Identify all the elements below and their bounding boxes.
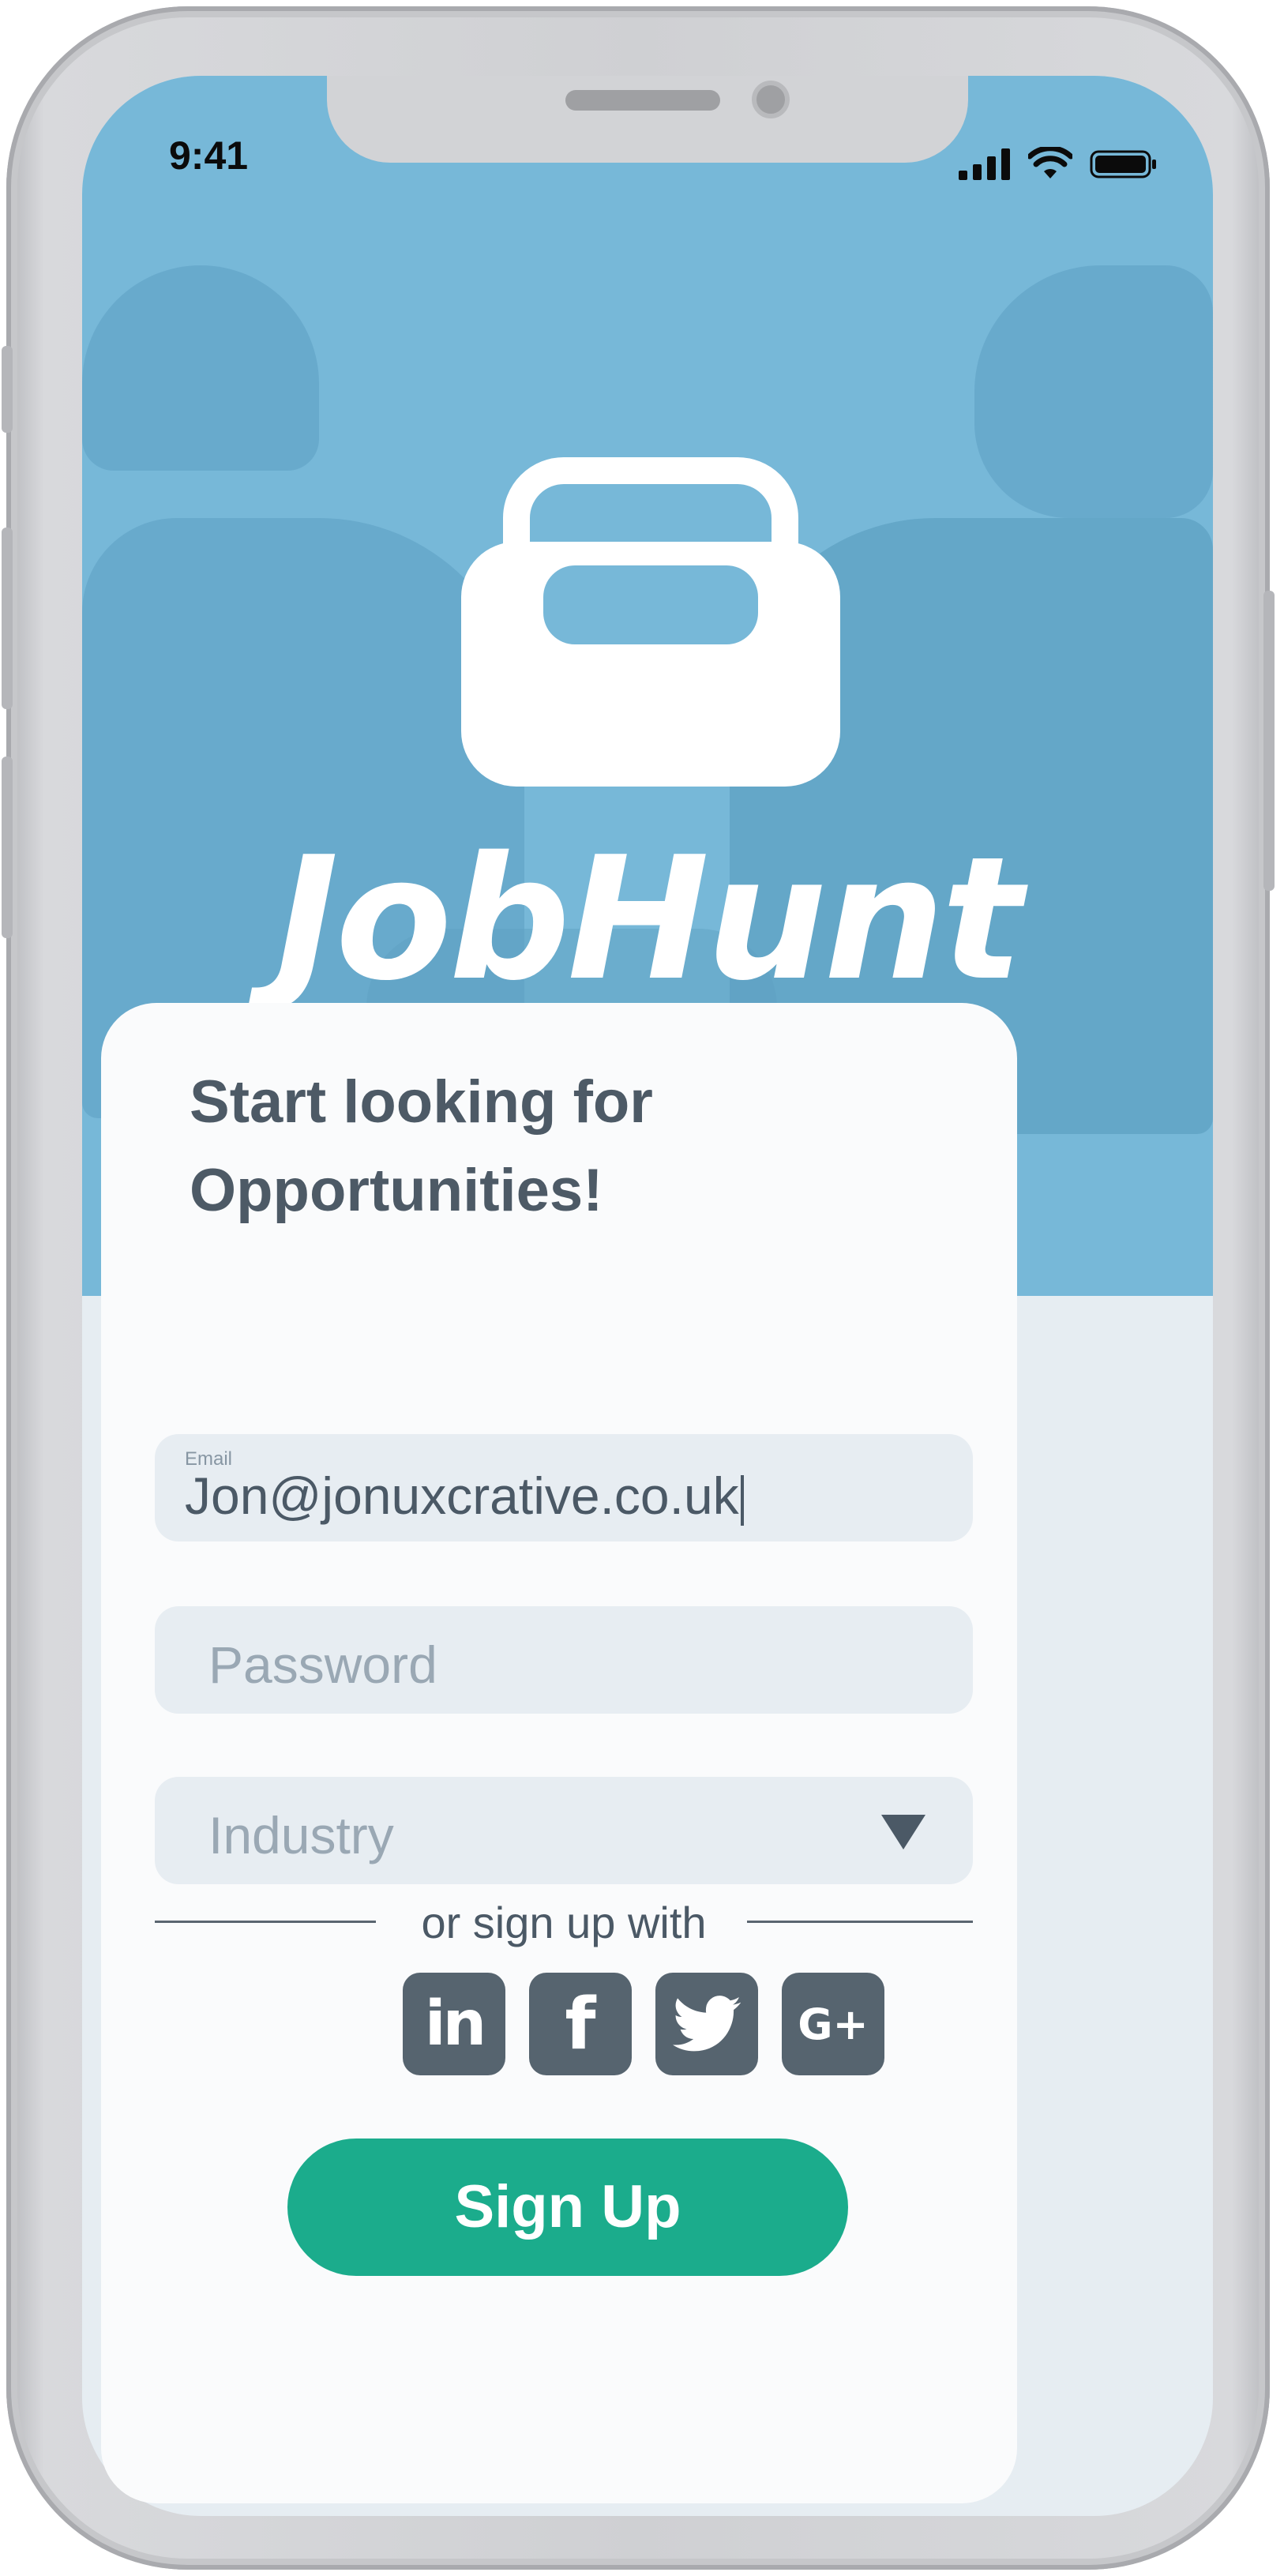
email-text: Jon@jonuxcrative.co.uk (185, 1466, 739, 1525)
industry-placeholder: Industry (208, 1806, 394, 1864)
mute-switch (2, 346, 13, 433)
facebook-icon: f (565, 1982, 596, 2066)
email-value: Jon@jonuxcrative.co.uk (185, 1466, 744, 1526)
password-field[interactable]: Password (155, 1606, 973, 1714)
brand-wordmark: JobHunt (275, 820, 1023, 1018)
headline-line-1: Start looking for (190, 1068, 653, 1136)
battery-icon (1090, 150, 1156, 178)
google-plus-button[interactable]: G+ (782, 1973, 884, 2075)
status-time: 9:41 (169, 133, 249, 178)
text-cursor (740, 1474, 744, 1526)
twitter-button[interactable] (655, 1973, 758, 2075)
dropdown-arrow-icon[interactable] (881, 1815, 925, 1849)
notch (327, 76, 968, 163)
speaker-grille (565, 90, 720, 111)
volume-down-button (2, 757, 13, 938)
industry-select[interactable]: Industry (155, 1777, 973, 1884)
google-plus-icon: G+ (798, 1999, 869, 2049)
front-camera (752, 81, 790, 118)
person-right-head (974, 265, 1213, 518)
page-title: Start looking for Opportunities! (190, 1058, 900, 1235)
divider-line-right (747, 1921, 973, 1923)
linkedin-button[interactable]: in (403, 1973, 505, 2075)
headline-line-2: Opportunities! (190, 1157, 603, 1224)
power-button (1263, 591, 1275, 891)
person-left-head (82, 265, 319, 471)
twitter-icon (673, 1996, 741, 2052)
facebook-button[interactable]: f (529, 1973, 632, 2075)
linkedin-icon: in (424, 1988, 486, 2060)
sign-up-button[interactable]: Sign Up (287, 2139, 848, 2276)
password-placeholder: Password (208, 1635, 437, 1694)
social-divider: or sign up with (155, 1897, 973, 1947)
wifi-icon (1028, 147, 1072, 178)
email-field[interactable]: Email Jon@jonuxcrative.co.uk (155, 1434, 973, 1541)
briefcase-logo-icon (461, 457, 840, 787)
volume-up-button (2, 528, 13, 709)
cellular-signal-icon (959, 148, 1010, 180)
